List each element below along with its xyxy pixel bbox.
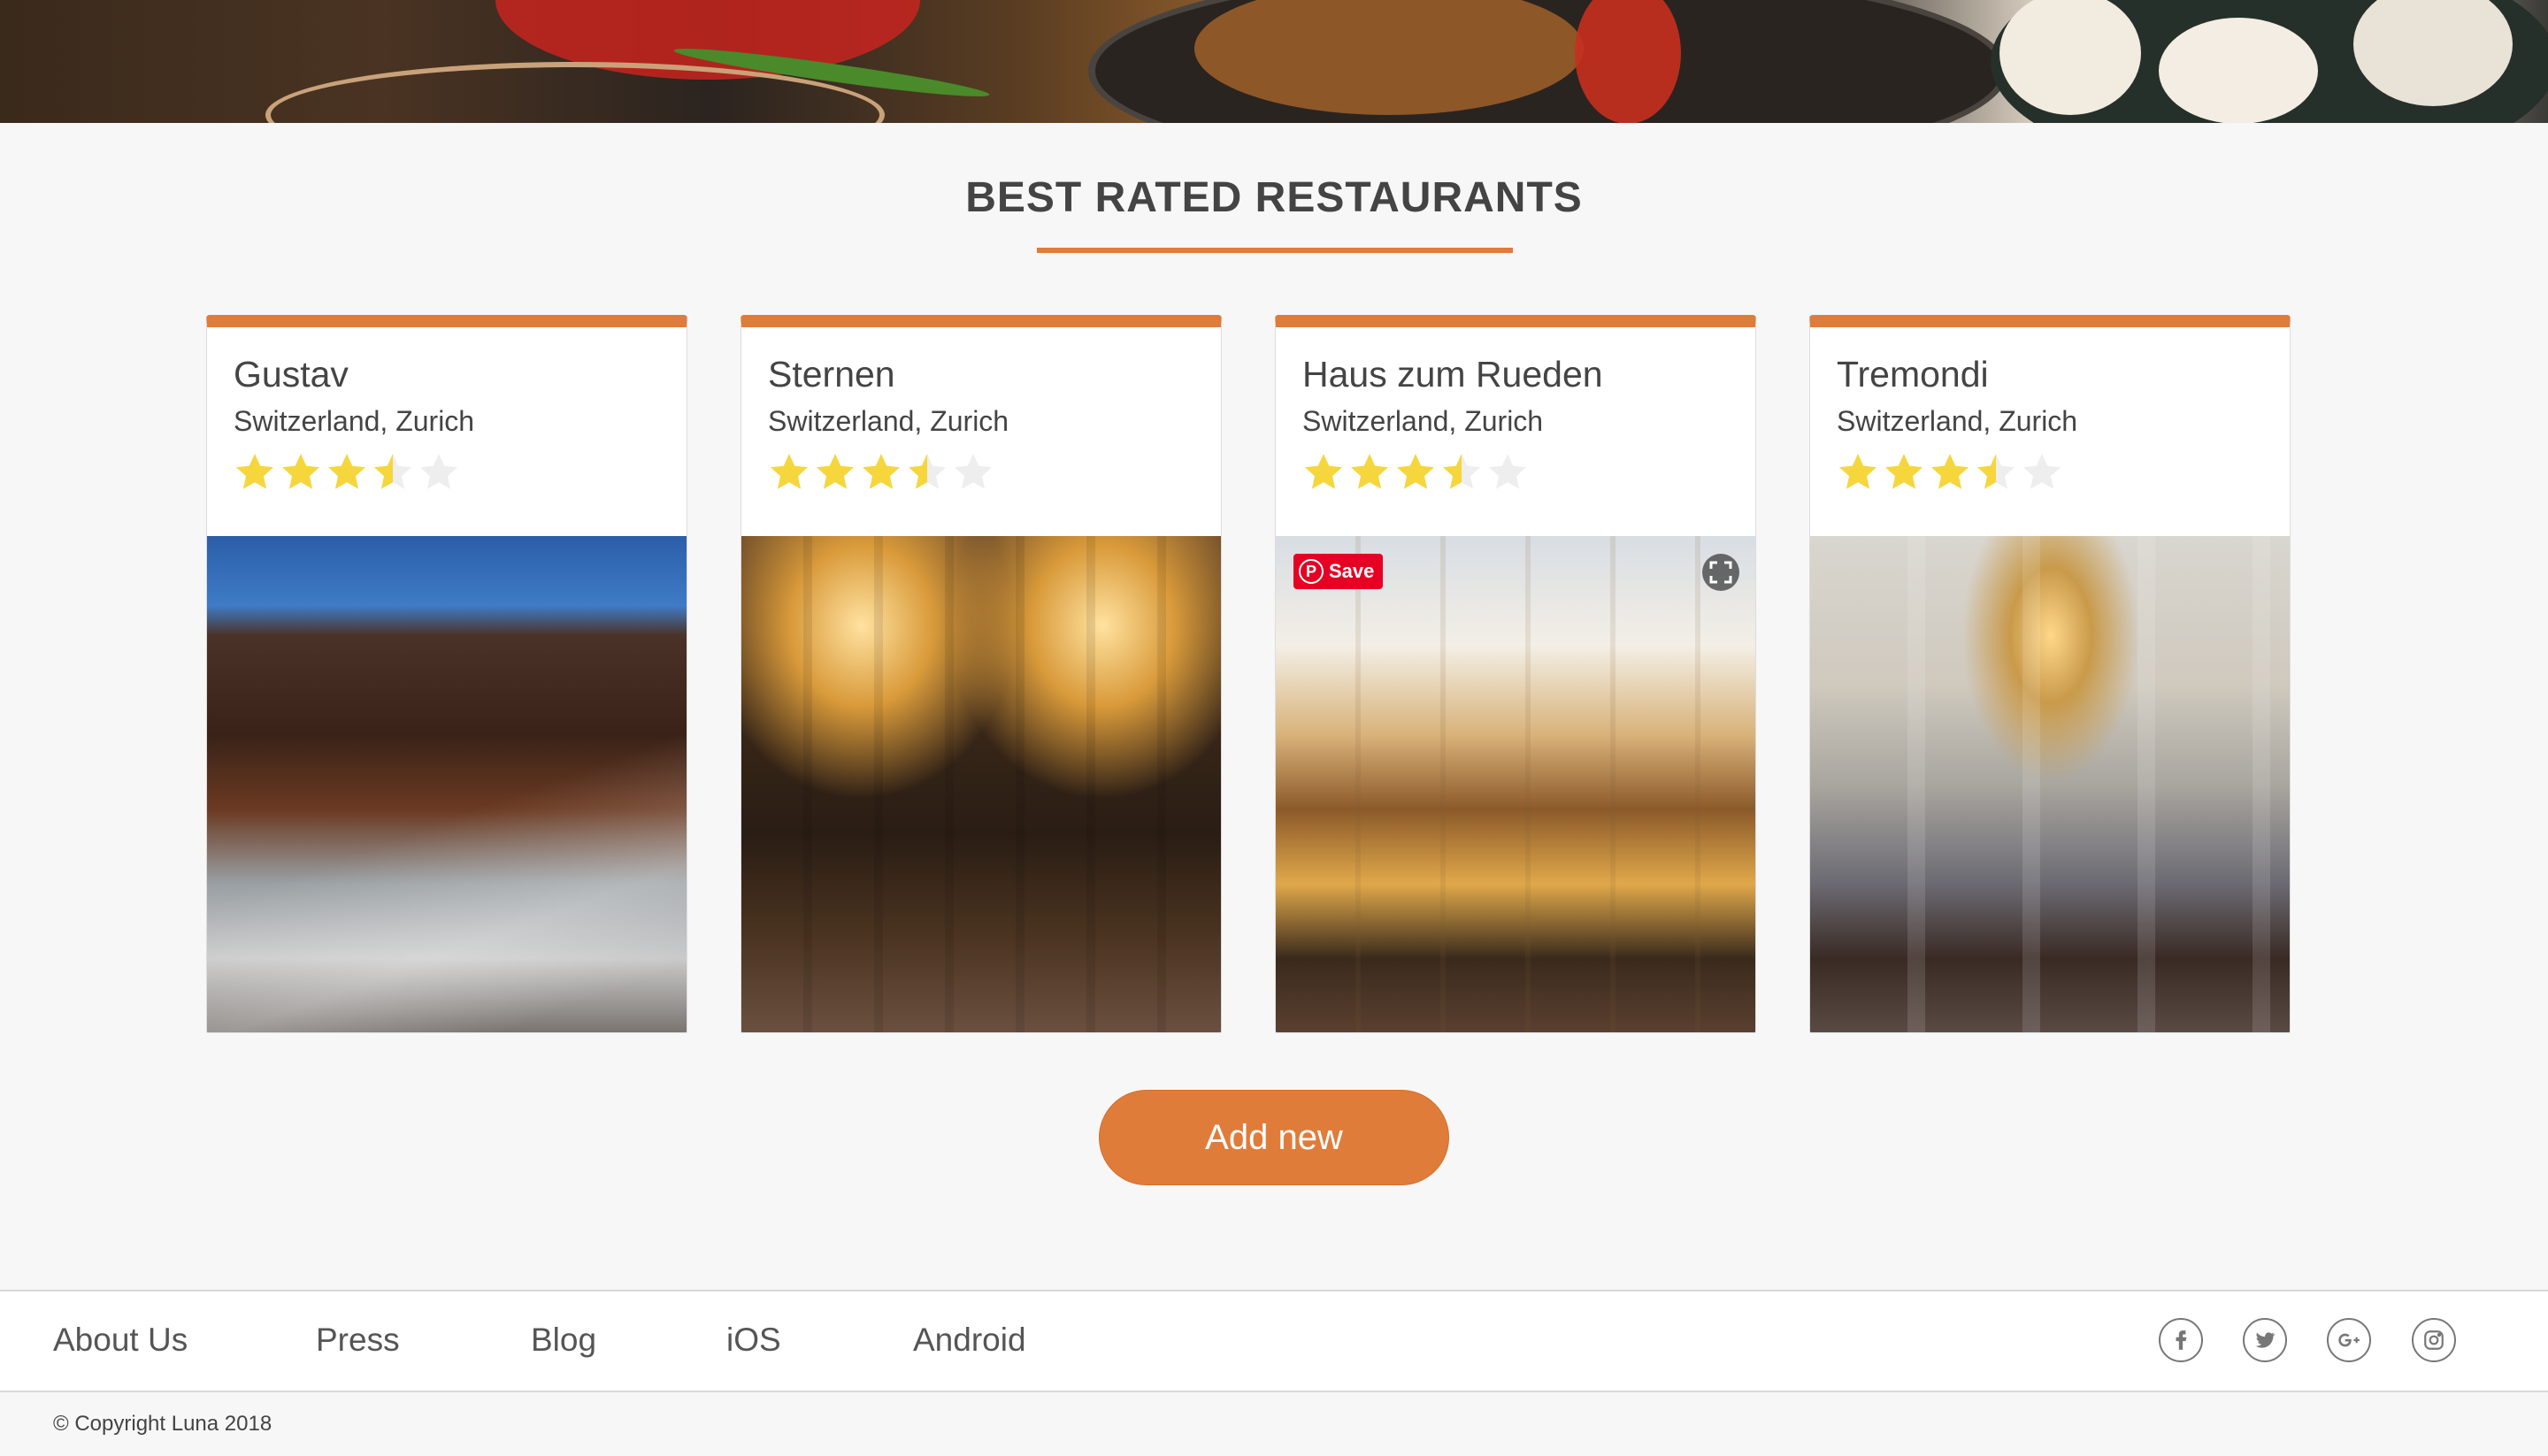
restaurant-name[interactable]: Tremondi <box>1837 354 1989 395</box>
star-rating <box>1302 451 1529 495</box>
footer-link-about-us[interactable]: About Us <box>53 1322 188 1359</box>
star-icon <box>1486 451 1529 494</box>
star-icon <box>280 451 322 494</box>
restaurant-card-gustav[interactable]: Gustav Switzerland, Zurich <box>206 315 687 1033</box>
restaurant-photo[interactable]: P Save <box>1276 536 1755 1032</box>
restaurant-card-sternen[interactable]: Sternen Switzerland, Zurich <box>741 315 1222 1033</box>
restaurant-location: Switzerland, Zurich <box>1302 405 1544 437</box>
google-plus-icon[interactable] <box>2327 1318 2371 1362</box>
footer-link-press[interactable]: Press <box>316 1322 400 1359</box>
pinterest-icon: P <box>1299 559 1324 584</box>
restaurant-photo[interactable] <box>207 536 687 1032</box>
restaurant-location: Switzerland, Zurich <box>1837 405 2078 437</box>
add-new-button[interactable]: Add new <box>1099 1090 1449 1185</box>
restaurant-location: Switzerland, Zurich <box>768 405 1009 437</box>
star-icon <box>814 451 856 494</box>
footer-link-ios[interactable]: iOS <box>726 1322 781 1359</box>
star-rating <box>768 451 994 495</box>
star-icon <box>1394 451 1437 494</box>
star-icon <box>952 451 994 494</box>
star-icon <box>234 451 276 494</box>
restaurant-name[interactable]: Haus zum Rueden <box>1302 354 1603 395</box>
star-icon <box>372 451 414 494</box>
star-icon <box>1302 451 1345 494</box>
star-icon <box>1975 451 2017 494</box>
star-icon <box>1883 451 1925 494</box>
restaurant-name[interactable]: Gustav <box>234 354 349 395</box>
star-rating <box>1837 451 2063 495</box>
footer-link-android[interactable]: Android <box>913 1322 1026 1359</box>
star-icon <box>2021 451 2063 494</box>
pinterest-save-label: Save <box>1329 560 1375 582</box>
star-icon <box>1348 451 1391 494</box>
restaurant-card-haus-zum-rueden[interactable]: Haus zum Rueden Switzerland, Zurich P Sa… <box>1275 315 1756 1033</box>
footer-divider <box>0 1391 2548 1392</box>
star-icon <box>906 451 948 494</box>
twitter-icon[interactable] <box>2243 1318 2287 1362</box>
restaurant-photo[interactable] <box>741 536 1221 1032</box>
star-icon <box>418 451 460 494</box>
instagram-icon[interactable] <box>2412 1318 2456 1362</box>
restaurant-card-tremondi[interactable]: Tremondi Switzerland, Zurich <box>1809 315 2291 1033</box>
restaurant-photo[interactable] <box>1810 536 2290 1032</box>
star-rating <box>234 451 460 495</box>
title-underline <box>1037 248 1513 253</box>
footer-link-blog[interactable]: Blog <box>531 1322 596 1359</box>
star-icon <box>768 451 810 494</box>
star-icon <box>860 451 902 494</box>
restaurant-name[interactable]: Sternen <box>768 354 895 395</box>
copyright-text: © Copyright Luna 2018 <box>53 1412 272 1436</box>
expand-icon[interactable] <box>1702 554 1739 591</box>
star-icon <box>1837 451 1879 494</box>
hero-banner-image <box>0 0 2548 123</box>
star-icon <box>1440 451 1483 494</box>
facebook-icon[interactable] <box>2159 1318 2203 1362</box>
star-icon <box>1929 451 1971 494</box>
restaurant-location: Switzerland, Zurich <box>234 405 475 437</box>
section-title: BEST RATED RESTAURANTS <box>965 174 1583 221</box>
pinterest-save-button[interactable]: P Save <box>1293 554 1384 589</box>
star-icon <box>326 451 368 494</box>
